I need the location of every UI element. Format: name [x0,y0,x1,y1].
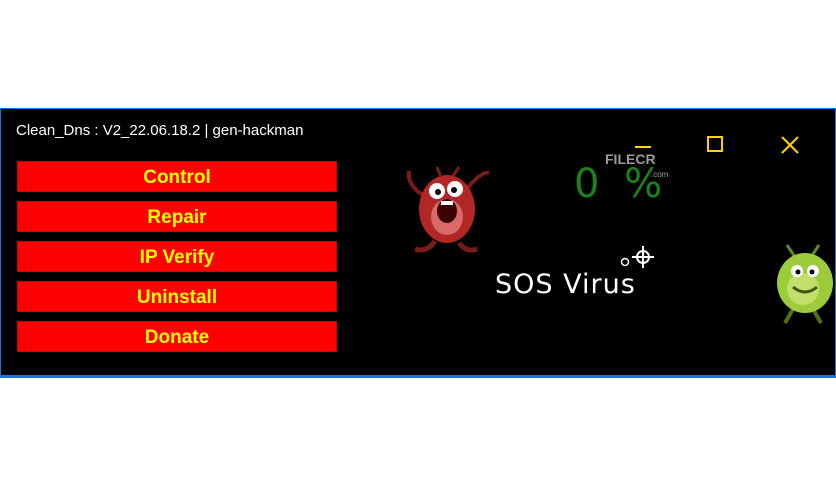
close-icon[interactable] [780,135,800,155]
app-name-label: SOS Virus [495,269,636,300]
watermark-brand: FILECR [605,151,656,167]
ip-verify-button[interactable]: IP Verify [17,241,337,272]
crosshair-icon [619,243,657,271]
minimize-icon[interactable] [633,139,653,149]
uninstall-button[interactable]: Uninstall [17,281,337,312]
watermark-domain: .com [651,170,669,179]
watermark-logo: FILECR .com [605,151,668,179]
maximize-icon[interactable] [706,135,724,153]
green-virus-mascot-icon [773,239,835,325]
window-title: Clean_Dns : V2_22.06.18.2 | gen-hackman [16,122,304,139]
repair-button[interactable]: Repair [17,201,337,232]
control-button[interactable]: Control [17,161,337,192]
app-window: Clean_Dns : V2_22.06.18.2 | gen-hackman … [0,108,836,378]
progress-percentage: 0 % [574,161,669,207]
red-virus-mascot-icon [401,161,495,256]
donate-button[interactable]: Donate [17,321,337,352]
